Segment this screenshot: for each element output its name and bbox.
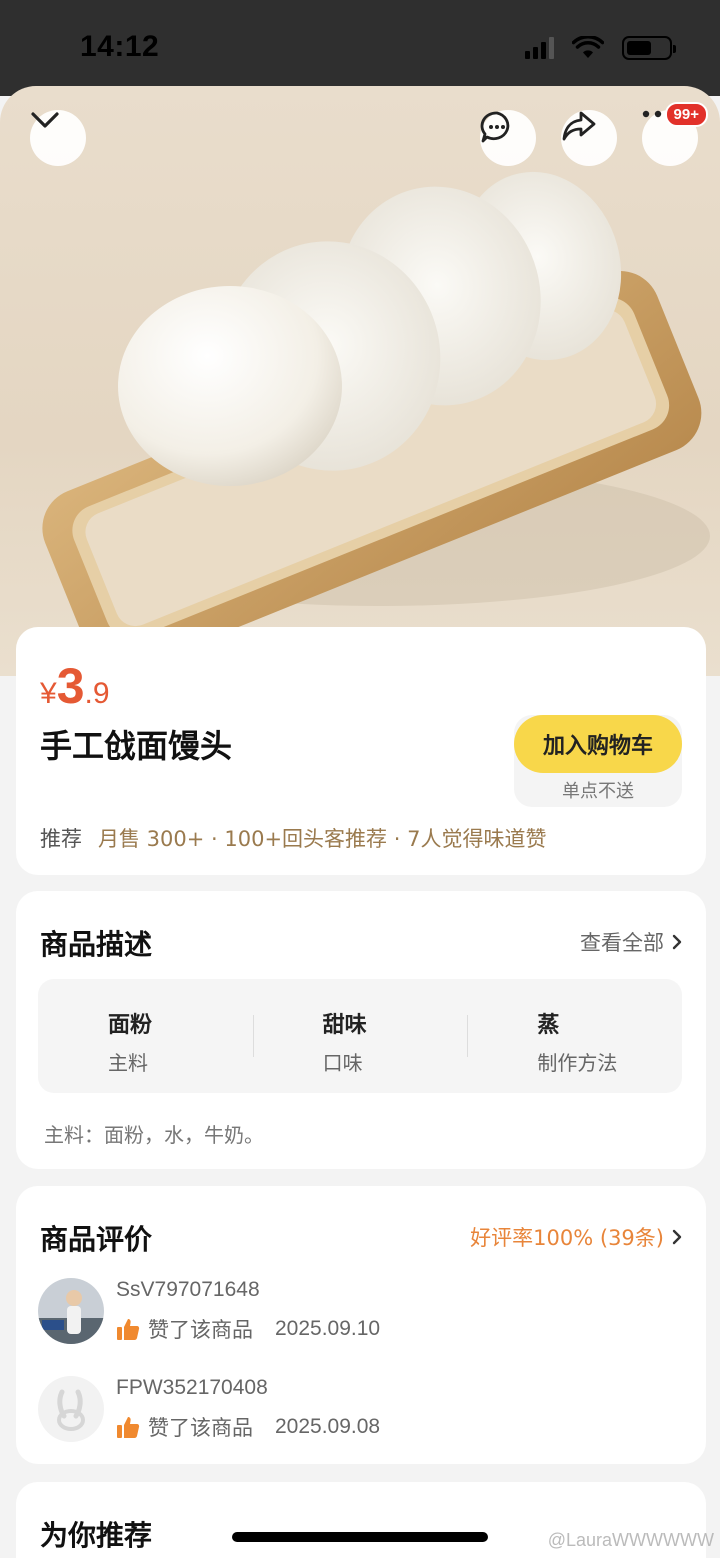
product-info-card: ¥3.9 手工戗面馒头 加入购物车 单点不送 推荐 月售 300+ · 100+回…	[16, 627, 706, 875]
system-indicators	[525, 36, 676, 60]
share-button[interactable]	[561, 110, 617, 166]
steamed-buns-photo	[42, 171, 710, 671]
tags-text: 月售 300+ · 100+回头客推荐 · 7人觉得味道赞	[98, 827, 547, 851]
review-date: 2025.09.10	[275, 1317, 381, 1340]
more-button[interactable]: 99+	[642, 102, 708, 166]
attribute-item: 面粉 主料	[38, 979, 253, 1093]
thumbs-up-icon	[117, 1319, 140, 1340]
description-card: 商品描述 查看全部 面粉 主料 甜味 口味 蒸 制作方法 主料：面粉，水，牛奶。	[16, 891, 706, 1169]
review-meta: 赞了该商品 2025.09.10	[116, 1314, 380, 1344]
chevron-right-icon	[672, 1229, 682, 1245]
thumbs-up-icon	[117, 1417, 140, 1438]
chevron-right-icon	[672, 934, 682, 950]
view-all-link[interactable]: 查看全部	[580, 927, 682, 957]
attribute-item: 甜味 口味	[252, 979, 468, 1093]
tags-label: 推荐	[40, 827, 82, 851]
avatar	[38, 1376, 104, 1442]
notification-badge: 99+	[664, 102, 708, 127]
product-name: 手工戗面馒头	[40, 727, 233, 765]
attribute-value: 甜味	[322, 1013, 367, 1038]
add-to-cart-button[interactable]: 加入购物车	[514, 715, 682, 773]
price-currency: ¥	[40, 677, 57, 710]
battery-icon	[622, 36, 676, 60]
add-to-cart-group: 加入购物车 单点不送	[514, 715, 682, 807]
review-date: 2025.09.08	[275, 1415, 381, 1438]
product-price: ¥3.9	[40, 657, 110, 715]
chevron-down-icon	[31, 112, 59, 128]
ingredients-text: 主料：面粉，水，牛奶。	[44, 1123, 264, 1147]
review-action: 赞了该商品	[148, 1318, 253, 1342]
review-username: FPW352170408	[116, 1376, 268, 1399]
review-action: 赞了该商品	[148, 1416, 253, 1440]
wifi-icon	[572, 36, 604, 58]
reviews-rating-link[interactable]: 好评率100% (39条)	[470, 1222, 682, 1252]
review-username: SsV797071648	[116, 1278, 260, 1301]
product-image: 99+	[0, 86, 720, 676]
attribute-key: 制作方法	[537, 1051, 618, 1075]
status-time: 14:12	[80, 30, 160, 63]
watermark: @LauraWWWWWW	[547, 1530, 714, 1550]
review-meta: 赞了该商品 2025.09.08	[116, 1412, 380, 1442]
review-item: FPW352170408 赞了该商品 2025.09.08	[38, 1376, 678, 1446]
attribute-panel: 面粉 主料 甜味 口味 蒸 制作方法	[38, 979, 682, 1093]
description-title: 商品描述	[40, 928, 153, 961]
share-arrow-icon	[562, 111, 596, 141]
chat-button[interactable]	[480, 110, 536, 166]
reviews-card: 商品评价 好评率100% (39条) SsV797071648 赞了该商品 20…	[16, 1186, 706, 1464]
attribute-value: 面粉	[108, 1013, 153, 1038]
reviews-rating-label: 好评率100% (39条)	[470, 1226, 664, 1250]
attribute-item: 蒸 制作方法	[467, 979, 682, 1093]
attribute-key: 主料	[108, 1051, 148, 1075]
home-indicator[interactable]	[232, 1532, 488, 1542]
recommend-title: 为你推荐	[40, 1519, 153, 1552]
status-bar: 14:12	[0, 0, 720, 96]
attribute-key: 口味	[322, 1051, 363, 1075]
price-decimal: .9	[84, 677, 110, 710]
collapse-button[interactable]	[30, 110, 86, 166]
product-tags: 推荐 月售 300+ · 100+回头客推荐 · 7人觉得味道赞	[40, 823, 546, 853]
add-to-cart-note: 单点不送	[562, 781, 634, 802]
chat-bubble-icon	[480, 111, 510, 143]
price-integer: 3	[56, 658, 85, 714]
view-all-label: 查看全部	[580, 931, 664, 955]
reviews-title: 商品评价	[40, 1223, 153, 1256]
attribute-value: 蒸	[537, 1013, 560, 1038]
review-item: SsV797071648 赞了该商品 2025.09.10	[38, 1278, 678, 1348]
avatar	[38, 1278, 104, 1344]
cellular-signal-icon	[525, 37, 554, 59]
